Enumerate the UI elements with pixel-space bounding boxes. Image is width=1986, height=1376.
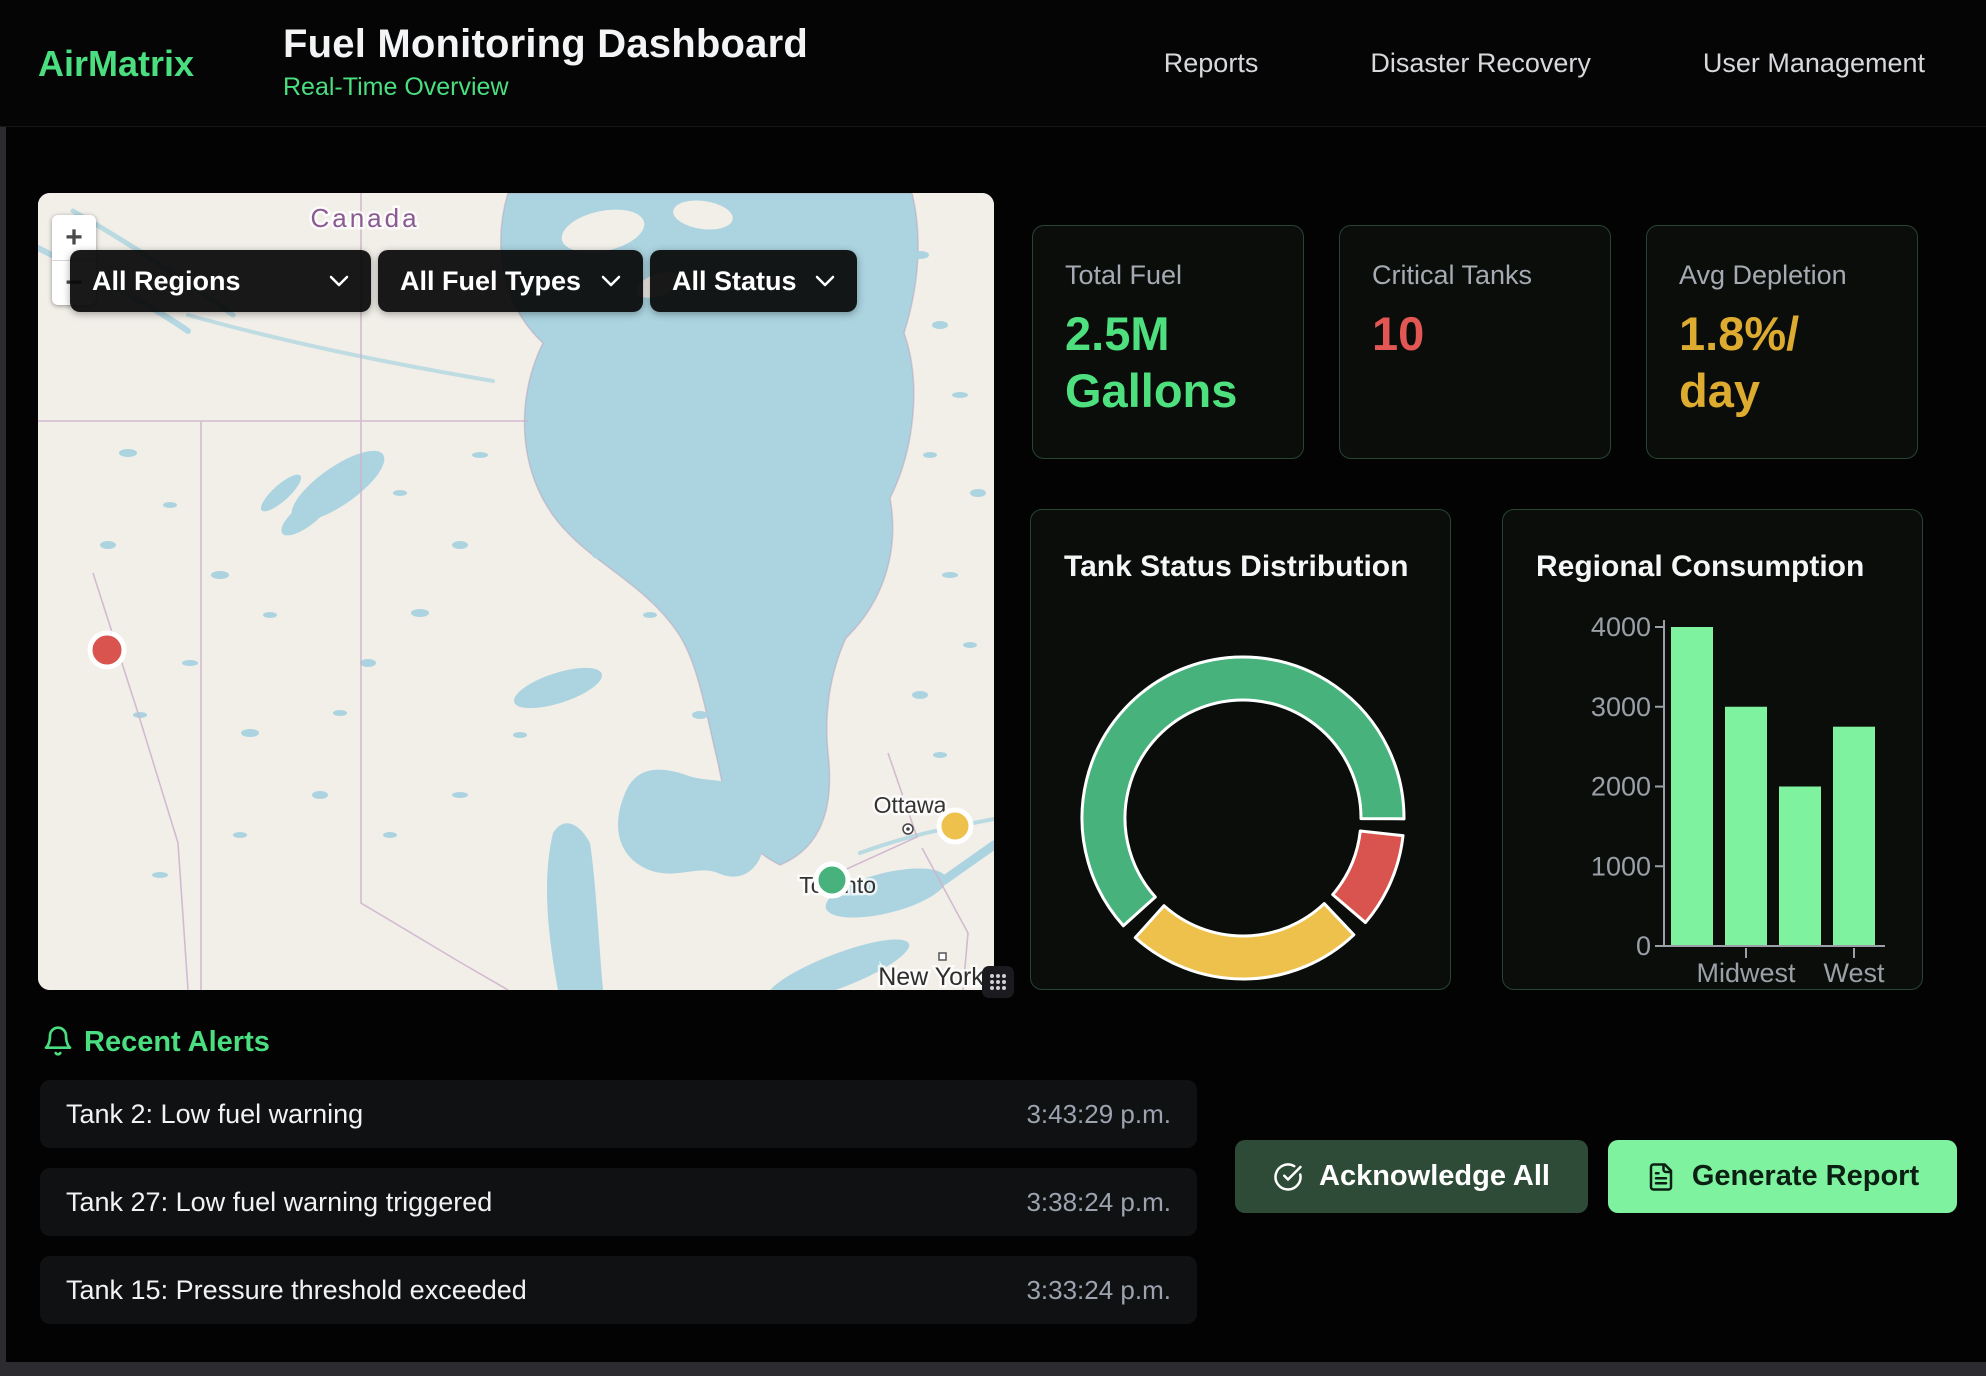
bar-1[interactable] — [1725, 707, 1767, 946]
tank-status-card: Tank Status Distribution — [1030, 509, 1451, 990]
tank-status-donut-chart — [1031, 510, 1452, 991]
map-city-dot-new-york — [939, 953, 946, 960]
kpi-label: Avg Depletion — [1679, 260, 1885, 291]
chevron-down-icon — [329, 275, 349, 287]
map-marker-warning[interactable] — [939, 810, 971, 842]
map-canvas[interactable]: Canada Ottawa Toronto New York — [38, 193, 994, 990]
title-block: Fuel Monitoring Dashboard Real-Time Over… — [283, 22, 808, 102]
y-tick-label: 1000 — [1591, 851, 1651, 881]
regional-consumption-bar-chart: 0 1000 2000 3000 4000 Midwest West — [1503, 510, 1924, 991]
kpi-card-avg-depletion: Avg Depletion 1.8%/ day — [1646, 225, 1918, 459]
y-tick-label: 3000 — [1591, 692, 1651, 722]
nav-item-reports[interactable]: Reports — [1164, 48, 1259, 79]
window-left-edge — [0, 0, 6, 1376]
acknowledge-all-button[interactable]: Acknowledge All — [1235, 1140, 1588, 1213]
donut-segment-1[interactable] — [1333, 831, 1403, 923]
alert-message: Tank 2: Low fuel warning — [66, 1099, 363, 1130]
alerts-section-title: Recent Alerts — [84, 1026, 270, 1059]
map-city-label-ottawa: Ottawa — [874, 792, 947, 818]
file-text-icon — [1646, 1162, 1676, 1192]
regional-consumption-card: Regional Consumption 01000200030004000Mi… — [1502, 509, 1923, 990]
bar-0[interactable] — [1671, 627, 1713, 946]
generate-report-button[interactable]: Generate Report — [1608, 1140, 1957, 1213]
resize-grip-icon[interactable] — [982, 966, 1014, 998]
acknowledge-all-label: Acknowledge All — [1319, 1160, 1550, 1193]
y-tick-label: 2000 — [1591, 772, 1651, 802]
x-tick-label: West — [1823, 958, 1885, 988]
kpi-card-critical-tanks: Critical Tanks 10 — [1339, 225, 1611, 459]
bar-3[interactable] — [1833, 727, 1875, 946]
fuel-type-filter-dropdown[interactable]: All Fuel Types — [378, 250, 643, 312]
y-tick-label: 0 — [1636, 931, 1651, 961]
region-filter-value: All Regions — [92, 266, 241, 297]
app-header: AirMatrix Fuel Monitoring Dashboard Real… — [0, 0, 1986, 127]
kpi-value: 1.8%/ day — [1679, 305, 1885, 419]
kpi-label: Critical Tanks — [1372, 260, 1578, 291]
x-tick-label: Midwest — [1696, 958, 1796, 988]
nav-item-user-management[interactable]: User Management — [1703, 48, 1925, 79]
alert-timestamp: 3:33:24 p.m. — [1026, 1275, 1171, 1306]
donut-segment-2[interactable] — [1135, 904, 1354, 979]
fuel-type-filter-value: All Fuel Types — [400, 266, 581, 297]
alert-timestamp: 3:38:24 p.m. — [1026, 1187, 1171, 1218]
app-window: AirMatrix Fuel Monitoring Dashboard Real… — [0, 0, 1986, 1376]
map-panel[interactable]: Canada Ottawa Toronto New York + − All R… — [38, 193, 994, 990]
alert-list-item[interactable]: Tank 27: Low fuel warning triggered 3:38… — [40, 1168, 1197, 1236]
map-marker-normal[interactable] — [816, 864, 848, 896]
kpi-label: Total Fuel — [1065, 260, 1271, 291]
y-tick-label: 4000 — [1591, 612, 1651, 642]
map-marker-critical[interactable] — [90, 633, 124, 667]
status-filter-value: All Status — [672, 266, 797, 297]
kpi-card-total-fuel: Total Fuel 2.5M Gallons — [1032, 225, 1304, 459]
map-city-label-new-york: New York — [878, 963, 984, 990]
kpi-value: 2.5M Gallons — [1065, 305, 1271, 419]
page-subtitle: Real-Time Overview — [283, 73, 808, 102]
bell-icon — [42, 1024, 74, 1058]
alert-list-item[interactable]: Tank 15: Pressure threshold exceeded 3:3… — [40, 1256, 1197, 1324]
generate-report-label: Generate Report — [1692, 1160, 1919, 1193]
region-filter-dropdown[interactable]: All Regions — [70, 250, 371, 312]
alert-list-item[interactable]: Tank 2: Low fuel warning 3:43:29 p.m. — [40, 1080, 1197, 1148]
main-nav: Reports Disaster Recovery User Managemen… — [1164, 0, 1925, 127]
status-filter-dropdown[interactable]: All Status — [650, 250, 857, 312]
nav-item-disaster-recovery[interactable]: Disaster Recovery — [1370, 48, 1591, 79]
map-filters: All Regions All Fuel Types All Status — [70, 250, 857, 312]
chevron-down-icon — [601, 275, 621, 287]
page-title: Fuel Monitoring Dashboard — [283, 22, 808, 67]
check-circle-icon — [1273, 1162, 1303, 1192]
map-country-label: Canada — [310, 203, 419, 233]
bar-2[interactable] — [1779, 787, 1821, 947]
window-bottom-edge — [0, 1362, 1986, 1376]
kpi-value: 10 — [1372, 305, 1578, 362]
alert-message: Tank 15: Pressure threshold exceeded — [66, 1275, 527, 1306]
chevron-down-icon — [815, 275, 835, 287]
alert-timestamp: 3:43:29 p.m. — [1026, 1099, 1171, 1130]
map-city-dot-ottawa-center — [906, 827, 910, 831]
alert-message: Tank 27: Low fuel warning triggered — [66, 1187, 492, 1218]
brand-logo[interactable]: AirMatrix — [38, 0, 194, 127]
